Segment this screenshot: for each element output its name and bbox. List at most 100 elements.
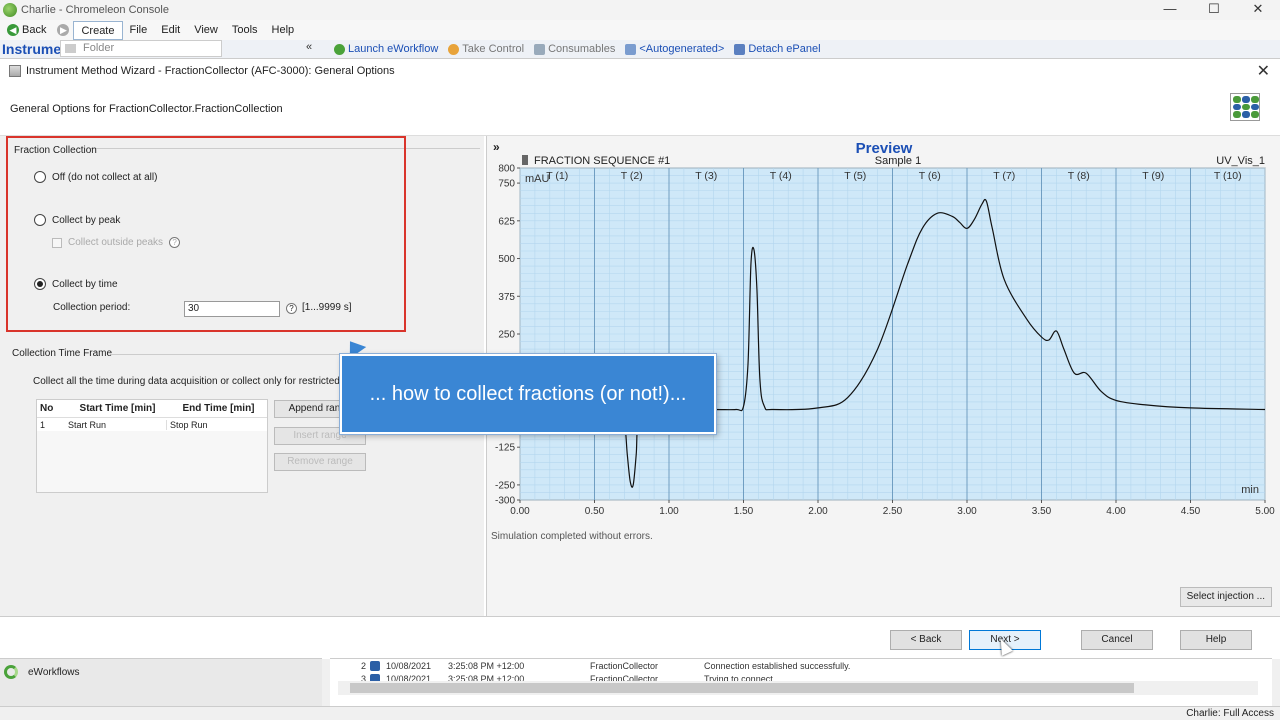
menu-view[interactable]: View <box>187 21 225 40</box>
y-tick-label: 375 <box>498 292 515 303</box>
radio-off-indicator[interactable] <box>34 171 46 183</box>
forward-arrow-icon: ▶ <box>57 23 70 36</box>
forward-nav-button[interactable]: ▶ <box>53 21 73 40</box>
table-row[interactable]: 1 Start Run Stop Run <box>37 418 267 431</box>
back-button[interactable]: < Back <box>890 630 962 650</box>
remove-range-button[interactable]: Remove range <box>274 453 366 471</box>
checkbox-box[interactable] <box>52 237 62 248</box>
x-tick-label: 3.50 <box>1032 506 1052 517</box>
take-control-button[interactable]: Take Control <box>448 43 524 55</box>
y-tick-label: 750 <box>498 179 515 190</box>
control-icon <box>448 43 460 55</box>
x-tick-label: 3.00 <box>957 506 977 517</box>
x-tick-label: 4.00 <box>1106 506 1126 517</box>
menu-help[interactable]: Help <box>265 21 302 40</box>
menu-tools[interactable]: Tools <box>225 21 265 40</box>
fraction-label: T (3) <box>695 170 717 182</box>
consumables-button[interactable]: Consumables <box>534 43 615 55</box>
console-toolbar: Instruments Folder « Launch eWorkflow Ta… <box>0 40 1280 58</box>
maximize-button[interactable]: ☐ <box>1192 0 1236 20</box>
radio-peak-indicator[interactable] <box>34 214 46 226</box>
chromeleon-icon <box>3 3 17 17</box>
period-info-icon[interactable]: ? <box>286 303 297 314</box>
collect-outside-peaks-checkbox[interactable]: Collect outside peaks ? <box>52 237 181 248</box>
wizard-logo-icon <box>1230 93 1260 121</box>
collection-period-label: Collection period: <box>53 302 131 313</box>
radio-off[interactable]: Off (do not collect at all) <box>34 171 157 183</box>
detach-epanel-button[interactable]: Detach ePanel <box>734 43 821 55</box>
table-header: No Start Time [min] End Time [min] <box>37 400 267 418</box>
audit-trail-log: 2 10/08/2021 3:25:08 PM +12:00 FractionC… <box>330 658 1272 706</box>
dialog-title-bar: Instrument Method Wizard - FractionColle… <box>0 59 1280 83</box>
time-frame-title: Collection Time Frame <box>12 348 113 359</box>
fraction-label: T (5) <box>844 170 866 182</box>
fraction-label: T (9) <box>1142 170 1164 182</box>
eworkflows-nav[interactable]: eWorkflows <box>4 665 80 679</box>
minimize-button[interactable]: — <box>1148 0 1192 20</box>
info-icon <box>370 660 380 671</box>
y-tick-label: 625 <box>498 216 515 227</box>
menu-file[interactable]: File <box>123 21 155 40</box>
group-title: Fraction Collection <box>14 145 97 156</box>
window-title: Charlie - Chromeleon Console <box>21 4 169 16</box>
wizard-buttons: < Back Next > Cancel Help <box>0 616 1280 659</box>
menu-bar: ◀ Back ▶ Create File Edit View Tools Help <box>0 20 1280 40</box>
create-folder-item[interactable]: Folder <box>60 40 222 57</box>
sample-label: Sample 1 <box>875 155 921 167</box>
cancel-button[interactable]: Cancel <box>1081 630 1153 650</box>
collapse-icon[interactable]: « <box>306 41 312 53</box>
y-tick-label: 800 <box>498 164 515 175</box>
epanel-set-dropdown[interactable]: <Autogenerated> <box>625 43 724 55</box>
horizontal-scrollbar[interactable] <box>338 681 1258 695</box>
y-tick-label: 250 <box>498 330 515 341</box>
scrollbar-thumb[interactable] <box>350 683 1134 693</box>
y-tick-label: 500 <box>498 254 515 265</box>
help-button[interactable]: Help <box>1180 630 1252 650</box>
dialog-subtitle: General Options for FractionCollector.Fr… <box>10 103 283 115</box>
window-controls: — ☐ ✕ <box>1148 0 1280 20</box>
y-axis-label: mAU <box>525 173 550 185</box>
consumables-icon <box>534 43 546 55</box>
x-tick-label: 0.50 <box>585 506 605 517</box>
menu-create[interactable]: Create <box>73 20 123 40</box>
access-status: Charlie: Full Access <box>1186 708 1274 719</box>
radio-collect-by-time[interactable]: Collect by time <box>34 278 118 290</box>
dialog-close-button[interactable]: ✕ <box>1257 61 1270 81</box>
sequence-label: FRACTION SEQUENCE #1 <box>534 155 670 167</box>
launch-eworkflow-button[interactable]: Launch eWorkflow <box>334 43 438 55</box>
fraction-label: T (10) <box>1214 170 1242 182</box>
x-tick-label: 4.50 <box>1181 506 1201 517</box>
chromatogram-chart: FRACTION SEQUENCE #1 Sample 1 UV_Vis_1 T (1… <box>495 155 1275 517</box>
x-tick-label: 1.50 <box>734 506 754 517</box>
radio-time-indicator[interactable] <box>34 278 46 290</box>
menu-edit[interactable]: Edit <box>154 21 187 40</box>
radio-collect-by-peak[interactable]: Collect by peak <box>34 214 120 226</box>
y-tick-label: -300 <box>495 496 515 507</box>
fraction-label: T (7) <box>993 170 1015 182</box>
info-icon[interactable]: ? <box>169 237 181 248</box>
fraction-label: T (2) <box>621 170 643 182</box>
status-bar: Charlie: Full Access <box>0 706 1280 720</box>
y-tick-label: -125 <box>495 443 515 454</box>
close-window-button[interactable]: ✕ <box>1236 0 1280 20</box>
fraction-label: T (1) <box>546 170 568 182</box>
detach-icon <box>734 43 746 55</box>
back-arrow-icon: ◀ <box>7 23 19 36</box>
period-range: [1...9999 s] <box>302 302 352 313</box>
back-nav-button[interactable]: ◀ Back <box>0 21 53 40</box>
log-row[interactable]: 2 10/08/2021 3:25:08 PM +12:00 FractionC… <box>330 659 1272 672</box>
x-axis-label: min <box>1241 484 1259 496</box>
x-tick-label: 2.50 <box>883 506 903 517</box>
dialog-title: Instrument Method Wizard - FractionColle… <box>26 65 395 77</box>
instruments-label: Instruments <box>2 41 60 57</box>
time-range-table: No Start Time [min] End Time [min] 1 Sta… <box>36 399 268 493</box>
x-tick-label: 1.00 <box>659 506 679 517</box>
eworkflow-icon <box>334 43 345 55</box>
collection-period-input[interactable]: 30 <box>184 301 280 317</box>
wizard-icon <box>9 65 21 77</box>
fraction-label: T (6) <box>919 170 941 182</box>
x-tick-label: 2.00 <box>808 506 828 517</box>
fraction-label: T (4) <box>770 170 792 182</box>
select-injection-button[interactable]: Select injection ... <box>1179 587 1272 607</box>
tutorial-callout: ... how to collect fractions (or not!)..… <box>340 354 716 434</box>
